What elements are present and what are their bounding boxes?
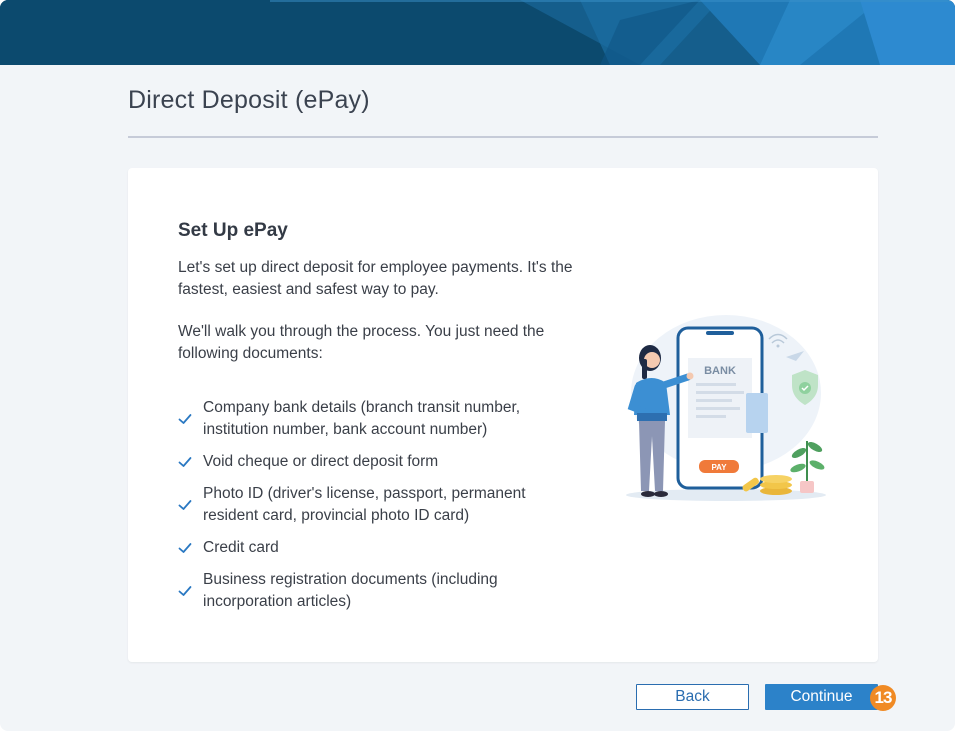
list-item: Credit card bbox=[178, 537, 578, 559]
app-window: Direct Deposit (ePay) Set Up ePay Let's … bbox=[0, 0, 955, 731]
step-badge: 13 bbox=[870, 685, 896, 711]
check-icon bbox=[178, 586, 192, 596]
list-item: Business registration documents (includi… bbox=[178, 569, 578, 613]
list-item-label: Void cheque or direct deposit form bbox=[203, 453, 439, 470]
list-item: Photo ID (driver's license, passport, pe… bbox=[178, 483, 578, 527]
documents-list: Company bank details (branch transit num… bbox=[178, 397, 578, 623]
list-item: Void cheque or direct deposit form bbox=[178, 451, 578, 473]
check-icon bbox=[178, 414, 192, 424]
list-item: Company bank details (branch transit num… bbox=[178, 397, 578, 441]
continue-button[interactable]: Continue bbox=[765, 684, 878, 710]
banner-pattern bbox=[0, 0, 955, 65]
list-item-label: Photo ID (driver's license, passport, pe… bbox=[203, 485, 526, 524]
list-item-label: Company bank details (branch transit num… bbox=[203, 399, 521, 438]
instructions-text: We'll walk you through the process. You … bbox=[178, 323, 545, 362]
header-banner bbox=[0, 0, 955, 65]
bank-label: BANK bbox=[704, 365, 736, 377]
pay-label: PAY bbox=[711, 463, 727, 472]
list-item-label: Business registration documents (includi… bbox=[203, 571, 498, 610]
check-icon bbox=[178, 543, 192, 553]
title-divider bbox=[128, 136, 878, 138]
intro-text: Let's set up direct deposit for employee… bbox=[178, 259, 573, 298]
list-item-label: Credit card bbox=[203, 539, 279, 556]
page-title: Direct Deposit (ePay) bbox=[128, 86, 370, 114]
back-button[interactable]: Back bbox=[636, 684, 749, 710]
setup-card: Set Up ePay Let's set up direct deposit … bbox=[128, 168, 878, 662]
check-icon bbox=[178, 457, 192, 467]
epay-illustration: BANK PAY bbox=[626, 315, 826, 501]
card-heading: Set Up ePay bbox=[178, 220, 288, 241]
check-icon bbox=[178, 500, 192, 510]
